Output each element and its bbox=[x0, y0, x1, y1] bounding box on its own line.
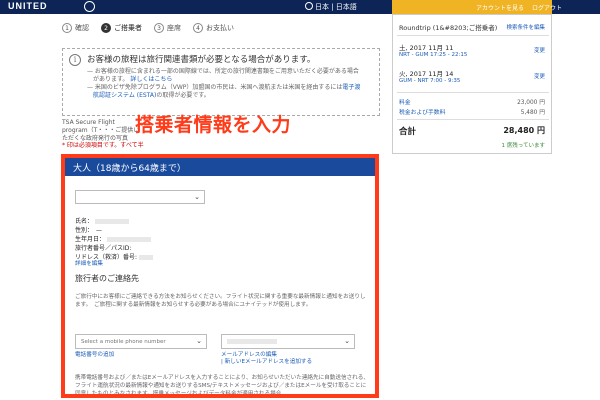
edit-details-link[interactable]: 詳細を編集 bbox=[75, 261, 103, 268]
step-label: 確認 bbox=[75, 24, 89, 32]
contact-description: ご旅行中にお客様にご連絡できる方法をお知らせください。フライト状況に関する重要な… bbox=[75, 294, 366, 308]
step-label: ご搭乗者 bbox=[114, 24, 142, 32]
fare-row: 料金 23,000 円 bbox=[399, 100, 545, 106]
notice-line-2: — 米国のビザ免除プログラム（VWP）加盟国の市民は、米国へ渡航または米国を経由… bbox=[87, 84, 361, 91]
notice-line-2b: 航認証システム (ESTA)の取得が必要です。 bbox=[93, 92, 210, 99]
overlay-headline: 搭乗者情報を入力 bbox=[135, 114, 292, 136]
seats-left-note: 1 席残っています bbox=[501, 143, 545, 149]
language-label: 日本 | 日本語 bbox=[315, 3, 357, 11]
flight-route-return[interactable]: GUM - NRT 7:00 - 9:35 bbox=[399, 78, 460, 84]
globe-logo-icon bbox=[84, 1, 95, 12]
step-payment[interactable]: 4 お支払い bbox=[193, 23, 234, 33]
step-confirm[interactable]: 1 確認 bbox=[62, 23, 89, 33]
passenger-select[interactable]: ⌄ bbox=[75, 190, 205, 204]
divider bbox=[397, 119, 549, 120]
flight-date-return: 火, 2017 11月 14 bbox=[399, 70, 454, 78]
tax-row: 税金および手数料 5,480 円 bbox=[399, 110, 545, 116]
divider bbox=[397, 35, 549, 36]
step-seats[interactable]: 3 座席 bbox=[154, 23, 181, 33]
chevron-down-icon: ⌄ bbox=[194, 193, 200, 201]
step-label: 座席 bbox=[167, 24, 181, 32]
flight-date-outbound: 土, 2017 11月 11 bbox=[399, 44, 454, 52]
notice-line-1: — お客様の旅程に含まれる一部の国際線では、所定の旅行関連書類をご用意いただく必… bbox=[87, 68, 359, 75]
required-note: * 印は必須項目です。すべて半 bbox=[62, 142, 144, 149]
notice-title: お客様の旅程は旅行関連書類が必要となる場合があります。 bbox=[87, 55, 316, 65]
email-select[interactable]: ⌄ bbox=[221, 334, 355, 349]
globe-icon bbox=[305, 2, 313, 10]
chevron-down-icon: ⌄ bbox=[196, 337, 202, 345]
summary-title: Roundtrip (1&#8203;ご搭乗者) bbox=[399, 24, 498, 32]
progress-steps: 1 確認 2 ご搭乗者 3 座席 4 お支払い bbox=[62, 23, 246, 33]
phone-select[interactable]: Select a mobile phone number ⌄ bbox=[75, 334, 207, 349]
details-link[interactable]: 詳しくはこちら bbox=[130, 76, 172, 83]
add-phone-link[interactable]: 電話番号の追加 bbox=[75, 352, 114, 359]
account-links: アカウントを見る ログアウト bbox=[470, 3, 562, 12]
field-traveler-number: 旅行者番号／パスID: bbox=[75, 245, 132, 252]
total-row: 合計 28,480 円 bbox=[399, 126, 545, 137]
esta-link-a[interactable]: 電子渡 bbox=[342, 84, 360, 91]
step-number: 3 bbox=[154, 23, 164, 33]
united-logo[interactable]: UNITED bbox=[8, 1, 48, 11]
new-email-link[interactable]: | 新しいEメールアドレスを追加する bbox=[221, 359, 312, 366]
language-selector[interactable]: 日本 | 日本語 bbox=[305, 2, 357, 12]
travel-documents-notice: i お客様の旅程は旅行関連書類が必要となる場合があります。 — お客様の旅程に含… bbox=[62, 48, 380, 116]
step-label: お支払い bbox=[206, 24, 234, 32]
step-number: 1 bbox=[62, 23, 72, 33]
contact-title: 旅行者のご連絡先 bbox=[75, 274, 139, 283]
step-passengers[interactable]: 2 ご搭乗者 bbox=[101, 23, 142, 33]
field-birthdate: 生年月日： bbox=[75, 234, 152, 243]
step-number: 2 bbox=[101, 23, 111, 33]
change-outbound-link[interactable]: 変更 bbox=[534, 46, 545, 54]
account-link[interactable]: アカウントを見る bbox=[476, 5, 524, 12]
change-return-link[interactable]: 変更 bbox=[534, 72, 545, 80]
edit-email-link[interactable]: メールアドレスの編集 bbox=[221, 352, 277, 359]
edit-search-link[interactable]: 検索条件を編集 bbox=[506, 23, 545, 31]
notice-line-1b: があります。 詳しくはこちら bbox=[93, 76, 173, 83]
step-number: 4 bbox=[193, 23, 203, 33]
field-name: 氏名： bbox=[75, 216, 130, 225]
trip-summary: Roundtrip (1&#8203;ご搭乗者) 検索条件を編集 土, 2017… bbox=[392, 14, 552, 154]
flight-route-outbound[interactable]: NRT - GUM 17:25 - 22:15 bbox=[399, 52, 467, 58]
field-redress-number: リドレス（救済）番号: bbox=[75, 252, 154, 261]
field-gender: 性別： — bbox=[75, 227, 103, 234]
divider bbox=[397, 92, 549, 93]
adult-passenger-panel: 大人（18歳から64歳まで） ⌄ 氏名： 性別： — 生年月日： 旅行者番号／パ… bbox=[61, 154, 379, 398]
esta-link-b[interactable]: 航認証システム (ESTA) bbox=[93, 92, 156, 99]
adult-panel-header: 大人（18歳から64歳まで） bbox=[65, 158, 375, 176]
info-icon: i bbox=[69, 54, 81, 66]
consent-text: 携帯電話番号および／またはEメールアドレスを入力することにより、お知らせいただい… bbox=[75, 375, 369, 396]
logout-link[interactable]: ログアウト bbox=[532, 5, 562, 12]
chevron-down-icon: ⌄ bbox=[344, 337, 350, 345]
